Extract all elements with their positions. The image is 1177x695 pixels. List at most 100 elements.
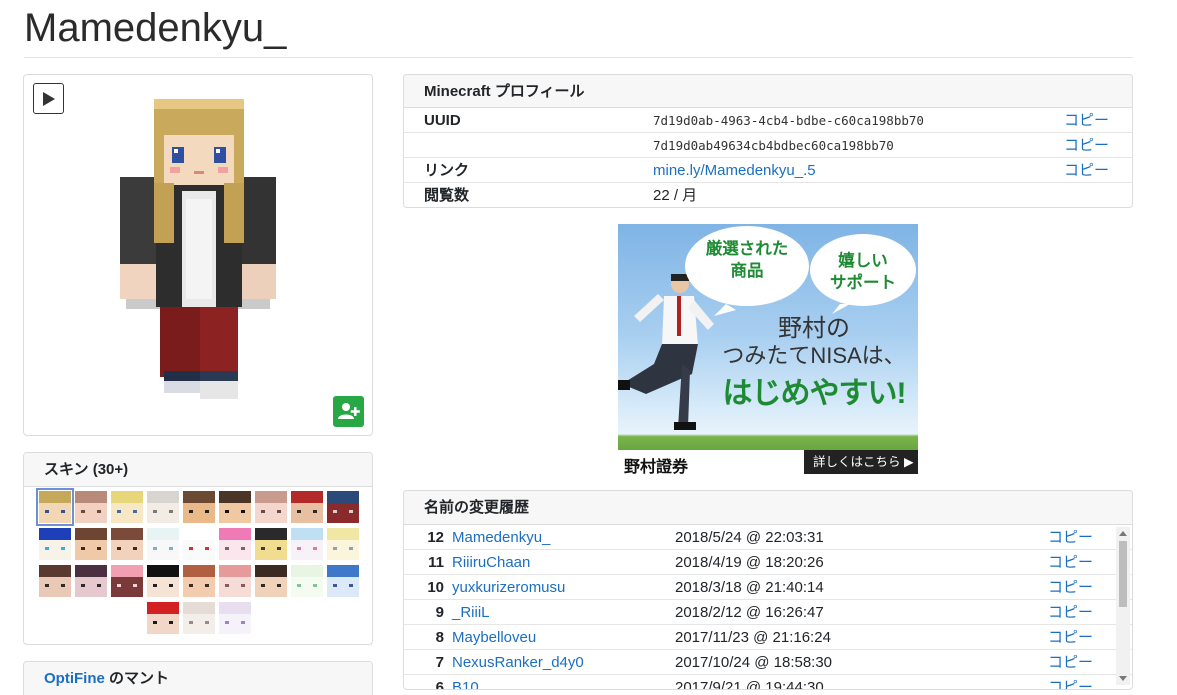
ad-bubble-text: 嬉しい — [838, 252, 888, 270]
history-scrollbar[interactable] — [1116, 527, 1130, 685]
skin-thumbnail[interactable] — [147, 602, 179, 634]
skin-thumbnail[interactable] — [219, 528, 251, 560]
history-copy-button[interactable]: コピー — [1048, 600, 1093, 625]
skin-hair — [291, 565, 323, 578]
skin-hair — [219, 491, 251, 504]
ad-bubble-text: 厳選された — [705, 240, 789, 258]
history-number: 9 — [435, 604, 444, 621]
skin-thumbnail[interactable] — [183, 602, 215, 634]
skin-thumbnail[interactable] — [291, 491, 323, 523]
skin-thumbnail[interactable] — [147, 528, 179, 560]
skin-thumbnail[interactable] — [255, 565, 287, 597]
skin-hair — [39, 491, 71, 504]
skin-row — [29, 565, 369, 597]
skins-header: スキン (30+) — [24, 453, 372, 487]
history-date: 2017/10/24 @ 18:58:30 — [675, 654, 833, 671]
skin-eyes — [152, 509, 174, 514]
history-name-link[interactable]: Maybelloveu — [452, 625, 536, 650]
skin-thumbnail[interactable] — [219, 491, 251, 523]
history-name-link[interactable]: RiiiruChaan — [452, 550, 530, 575]
skin-thumbnail[interactable] — [327, 565, 359, 597]
skin-eyes — [188, 509, 210, 514]
history-copy-button[interactable]: コピー — [1048, 575, 1093, 600]
skin-thumbnail[interactable] — [75, 565, 107, 597]
skin-thumbnail[interactable] — [183, 491, 215, 523]
history-copy-button[interactable]: コピー — [1048, 675, 1093, 689]
skin-thumbnail[interactable] — [39, 528, 71, 560]
add-friend-button[interactable] — [333, 396, 364, 427]
history-copy-button[interactable]: コピー — [1048, 525, 1093, 550]
history-date: 2017/9/21 @ 19:44:30 — [675, 679, 824, 690]
skin-thumbnail[interactable] — [36, 488, 74, 526]
skin-thumbnail[interactable] — [183, 565, 215, 597]
skin-hair — [219, 602, 251, 615]
profile-link[interactable]: mine.ly/Mamedenkyu_.5 — [653, 158, 816, 183]
optifine-link[interactable]: OptiFine — [44, 670, 105, 687]
skin-thumbnail[interactable] — [327, 528, 359, 560]
title-divider — [24, 57, 1133, 58]
history-copy-button[interactable]: コピー — [1048, 625, 1093, 650]
skin-hair — [75, 491, 107, 504]
history-number: 10 — [427, 579, 444, 596]
skin-row — [29, 602, 369, 634]
skin-hair — [291, 528, 323, 541]
skin-thumbnail[interactable] — [75, 528, 107, 560]
scroll-up-icon[interactable] — [1119, 531, 1127, 536]
history-name-link[interactable]: NexusRanker_d4y0 — [452, 650, 584, 675]
skin-thumbnail[interactable] — [75, 491, 107, 523]
profile-row-uuid-short: 7d19d0ab49634cb4bdbec60ca198bb70 コピー — [404, 133, 1132, 158]
skin-eyes — [260, 509, 282, 514]
skin-thumbnail[interactable] — [219, 565, 251, 597]
user-plus-icon — [338, 403, 360, 419]
skins-card: スキン (30+) — [23, 452, 373, 645]
ad-bubble-products: 厳選された 商品 — [685, 226, 809, 306]
skin-thumbnail[interactable] — [255, 528, 287, 560]
history-row: 8 Maybelloveu 2017/11/23 @ 21:16:24 コピー — [404, 625, 1132, 650]
skin-thumbnail[interactable] — [111, 491, 143, 523]
minecraft-profile-card: Minecraft プロフィール UUID 7d19d0ab-4963-4cb4… — [403, 74, 1133, 208]
history-row: 6 B10 2017/9/21 @ 19:44:30 コピー — [404, 675, 1132, 690]
skin-thumbnail[interactable] — [183, 528, 215, 560]
skin-eyes — [260, 583, 282, 588]
skin-thumbnail[interactable] — [219, 602, 251, 634]
skin-thumbnail[interactable] — [291, 528, 323, 560]
skin-thumbnail[interactable] — [39, 565, 71, 597]
skin-eyes — [224, 583, 246, 588]
history-row: 7 NexusRanker_d4y0 2017/10/24 @ 18:58:30 コピ… — [404, 650, 1132, 675]
advertisement-banner[interactable]: 厳選された 商品 嬉しい サポート 野村の つみたてNISAは、 はじめやすい!… — [618, 224, 918, 474]
history-name-link[interactable]: yuxkurizeromusu — [452, 575, 565, 600]
skin-thumbnail[interactable] — [147, 565, 179, 597]
optifine-header: OptiFine のマント — [24, 662, 372, 695]
name-history-card: 名前の変更履歴 12 Mamedenkyu_ 2018/5/24 @ 22:03:3… — [403, 490, 1133, 690]
copy-uuid-short-button[interactable]: コピー — [1064, 133, 1109, 158]
skin-thumbnail[interactable] — [111, 565, 143, 597]
skin-thumbnail[interactable] — [111, 528, 143, 560]
views-value: 22 / 月 — [653, 187, 698, 204]
scroll-down-icon[interactable] — [1119, 676, 1127, 681]
copy-link-button[interactable]: コピー — [1064, 158, 1109, 183]
skin-hair — [147, 565, 179, 578]
history-copy-button[interactable]: コピー — [1048, 650, 1093, 675]
skin-3d-figure[interactable] — [120, 99, 276, 409]
history-number: 6 — [435, 679, 444, 690]
skin-hair — [111, 528, 143, 541]
history-name-link[interactable]: Mamedenkyu_ — [452, 525, 550, 550]
skin-hair — [327, 491, 359, 504]
scrollbar-thumb[interactable] — [1119, 541, 1127, 607]
profile-row-uuid: UUID 7d19d0ab-4963-4cb4-bdbe-c60ca198bb7… — [404, 108, 1132, 133]
history-date: 2018/3/18 @ 21:40:14 — [675, 579, 824, 596]
skin-thumbnail[interactable] — [291, 565, 323, 597]
copy-uuid-button[interactable]: コピー — [1064, 108, 1109, 133]
skin-eyes — [332, 546, 354, 551]
history-name-link[interactable]: B10 — [452, 675, 479, 689]
skin-thumbnail[interactable] — [147, 491, 179, 523]
history-copy-button[interactable]: コピー — [1048, 550, 1093, 575]
skin-thumbnail[interactable] — [327, 491, 359, 523]
ad-cta-button[interactable]: 詳しくはこちら ▶ — [804, 450, 918, 474]
skin-eyes — [188, 546, 210, 551]
play-animation-button[interactable] — [33, 83, 64, 114]
skin-thumbnail[interactable] — [255, 491, 287, 523]
history-name-link[interactable]: _RiiiL — [452, 600, 490, 625]
skin-eyes — [116, 546, 138, 551]
profile-row-link: リンク mine.ly/Mamedenkyu_.5 コピー — [404, 158, 1132, 183]
